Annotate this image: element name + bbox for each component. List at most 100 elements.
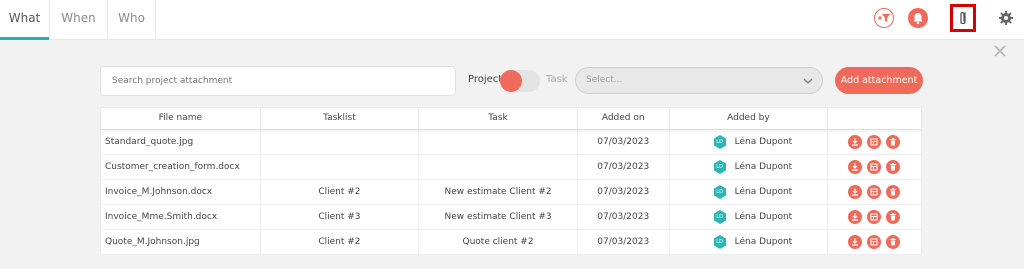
avatar-initials: LD <box>716 189 723 195</box>
file-name-cell[interactable]: Invoice_M.Johnson.docx <box>101 180 261 204</box>
delete-button[interactable] <box>886 185 901 199</box>
column-header-added-on[interactable]: Added on <box>578 108 670 129</box>
row-actions-cell <box>828 180 921 204</box>
trash-icon <box>890 163 897 171</box>
row-actions-cell <box>828 230 921 254</box>
added-by-cell: LD Léna Dupont <box>670 230 829 254</box>
view-button[interactable] <box>867 210 882 224</box>
search-attachment-input[interactable] <box>100 66 456 96</box>
add-filter-button[interactable] <box>874 8 894 28</box>
tasklist-cell: Client #2 <box>261 180 420 204</box>
added-by-name: Léna Dupont <box>734 237 793 247</box>
avatar-initials: LD <box>716 239 723 245</box>
view-icon <box>870 138 878 146</box>
column-header-added-by[interactable]: Added by <box>670 108 829 129</box>
top-navigation-bar: What When Who <box>0 0 1024 40</box>
added-by-name: Léna Dupont <box>734 212 793 222</box>
added-on-cell: 07/03/2023 <box>578 155 670 179</box>
row-actions-cell <box>828 205 921 229</box>
trash-icon <box>890 238 897 246</box>
paperclip-icon <box>960 11 966 25</box>
trash-icon <box>890 138 897 146</box>
task-cell: New estimate Client #2 <box>419 180 578 204</box>
file-name-cell[interactable]: Standard_quote.jpg <box>101 130 261 154</box>
view-button[interactable] <box>867 235 882 249</box>
task-select[interactable]: Select... <box>575 67 823 94</box>
table-body: Standard_quote.jpg 07/03/2023 LD Léna Du… <box>101 129 921 254</box>
table-row: Invoice_Mme.Smith.docx Client #3 New est… <box>101 204 921 229</box>
delete-button[interactable] <box>886 135 901 149</box>
added-on-cell: 07/03/2023 <box>578 180 670 204</box>
avatar-initials: LD <box>716 164 723 170</box>
added-on-cell: 07/03/2023 <box>578 130 670 154</box>
avatar: LD <box>713 160 727 174</box>
added-on-cell: 07/03/2023 <box>578 230 670 254</box>
toggle-project-label: Project <box>468 74 503 85</box>
file-name-cell[interactable]: Customer_creation_form.docx <box>101 155 261 179</box>
task-cell: Quote client #2 <box>419 230 578 254</box>
delete-button[interactable] <box>886 210 901 224</box>
toggle-task-label: Task <box>546 74 568 85</box>
project-task-toggle[interactable] <box>500 70 540 92</box>
bell-icon <box>913 13 923 25</box>
avatar: LD <box>713 235 727 249</box>
tab-divider <box>155 0 156 40</box>
task-cell: New estimate Client #3 <box>419 205 578 229</box>
gear-icon[interactable] <box>998 10 1014 26</box>
row-actions-cell <box>828 130 921 154</box>
task-cell <box>419 155 578 179</box>
notifications-button[interactable] <box>908 8 928 28</box>
attachments-button[interactable] <box>950 4 976 32</box>
added-by-name: Léna Dupont <box>734 162 793 172</box>
delete-button[interactable] <box>886 235 901 249</box>
download-icon <box>852 188 859 196</box>
download-button[interactable] <box>848 160 863 174</box>
view-icon <box>870 163 878 171</box>
table-row: Standard_quote.jpg 07/03/2023 LD Léna Du… <box>101 129 921 154</box>
added-by-name: Léna Dupont <box>734 187 793 197</box>
tab-when[interactable]: When <box>50 0 107 40</box>
close-icon[interactable] <box>994 45 1006 57</box>
filter-plus-icon <box>878 14 890 22</box>
file-name-cell[interactable]: Quote_M.Johnson.jpg <box>101 230 261 254</box>
download-icon <box>852 138 859 146</box>
added-by-cell: LD Léna Dupont <box>670 130 829 154</box>
download-button[interactable] <box>848 235 863 249</box>
view-icon <box>870 213 878 221</box>
avatar-initials: LD <box>716 139 723 145</box>
avatar-initials: LD <box>716 214 723 220</box>
toggle-knob <box>500 70 522 92</box>
view-icon <box>870 188 878 196</box>
column-header-file-name[interactable]: File name <box>101 108 261 129</box>
avatar: LD <box>713 185 727 199</box>
attachments-table: File name Tasklist Task Added on Added b… <box>100 107 922 255</box>
download-button[interactable] <box>848 210 863 224</box>
row-actions-cell <box>828 155 921 179</box>
delete-button[interactable] <box>886 160 901 174</box>
tasklist-cell: Client #3 <box>261 205 420 229</box>
chevron-down-icon <box>803 78 813 84</box>
download-button[interactable] <box>848 185 863 199</box>
added-by-cell: LD Léna Dupont <box>670 180 829 204</box>
view-button[interactable] <box>867 185 882 199</box>
tab-who[interactable]: Who <box>108 0 155 40</box>
download-icon <box>852 163 859 171</box>
avatar: LD <box>713 135 727 149</box>
table-row: Invoice_M.Johnson.docx Client #2 New est… <box>101 179 921 204</box>
download-icon <box>852 238 859 246</box>
table-row: Customer_creation_form.docx 07/03/2023 L… <box>101 154 921 179</box>
view-button[interactable] <box>867 160 882 174</box>
column-header-tasklist[interactable]: Tasklist <box>261 108 420 129</box>
added-by-cell: LD Léna Dupont <box>670 155 829 179</box>
add-attachment-button[interactable]: Add attachment <box>835 67 923 94</box>
added-by-name: Léna Dupont <box>734 137 793 147</box>
tab-what[interactable]: What <box>0 0 49 40</box>
file-name-cell[interactable]: Invoice_Mme.Smith.docx <box>101 205 261 229</box>
view-button[interactable] <box>867 135 882 149</box>
tasklist-cell <box>261 155 420 179</box>
added-on-cell: 07/03/2023 <box>578 205 670 229</box>
column-header-task[interactable]: Task <box>419 108 578 129</box>
download-icon <box>852 213 859 221</box>
download-button[interactable] <box>848 135 863 149</box>
avatar: LD <box>713 210 727 224</box>
